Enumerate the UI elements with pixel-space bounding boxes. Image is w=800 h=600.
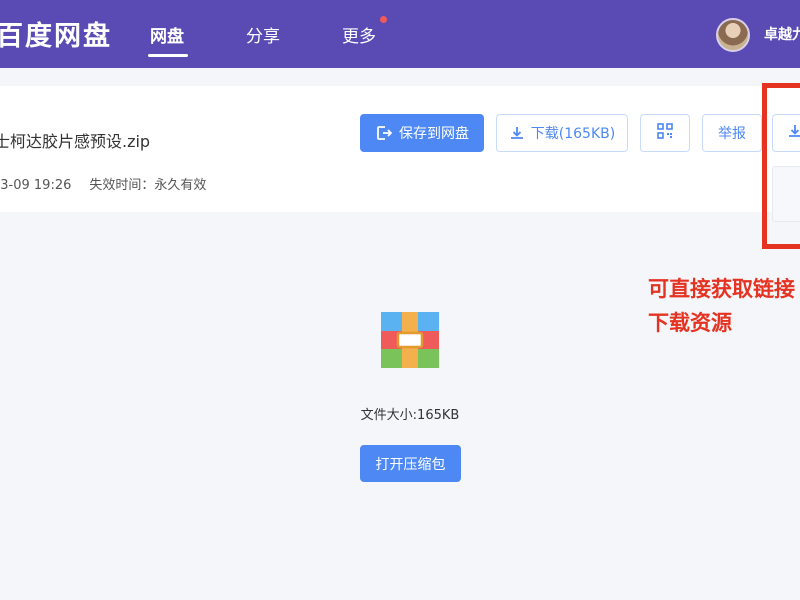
expiry-time: 失效时间：永久有效 bbox=[89, 178, 207, 193]
active-tab-indicator bbox=[148, 54, 188, 57]
qr-code-button[interactable] bbox=[640, 114, 690, 152]
download-icon bbox=[509, 125, 525, 141]
download-button[interactable]: 下载(165KB) bbox=[496, 114, 628, 152]
annotation-line-1: 可直接获取链接 bbox=[648, 277, 795, 301]
qr-code-icon bbox=[656, 122, 674, 144]
file-size-label: 文件大小:165KB bbox=[360, 408, 460, 423]
save-icon bbox=[375, 124, 393, 142]
username[interactable]: 卓越九 bbox=[764, 24, 800, 44]
open-archive-button[interactable]: 打开压缩包 bbox=[360, 445, 461, 482]
nav-tab-more[interactable]: 更多 bbox=[342, 22, 376, 47]
annotation-line-2: 下载资源 bbox=[648, 311, 732, 335]
save-label: 保存到网盘 bbox=[399, 126, 469, 142]
annotation-text: 可直接获取链接 下载资源 bbox=[648, 272, 795, 340]
save-to-netdisk-button[interactable]: 保存到网盘 bbox=[360, 114, 484, 152]
app-logo[interactable]: 百度网盘 bbox=[0, 14, 112, 53]
created-time: 03-09 19:26 bbox=[0, 178, 72, 193]
download-label: 下载(165KB) bbox=[530, 126, 616, 142]
file-meta: 03-09 19:26 失效时间：永久有效 bbox=[0, 174, 206, 193]
annotation-highlight-box bbox=[762, 83, 800, 249]
avatar[interactable] bbox=[716, 18, 750, 52]
nav-tab-netdisk[interactable]: 网盘 bbox=[150, 22, 184, 47]
top-nav-bar: 百度网盘 网盘 分享 更多 卓越九 bbox=[0, 0, 800, 68]
file-info-card: 士柯达胶片感预设.zip 03-09 19:26失效时间：永久有效 保存到网盘 … bbox=[0, 86, 800, 222]
file-name: 士柯达胶片感预设.zip bbox=[0, 132, 151, 151]
report-button[interactable]: 举报 bbox=[702, 114, 762, 152]
notification-dot bbox=[380, 16, 387, 23]
nav-tab-share[interactable]: 分享 bbox=[246, 22, 280, 47]
zip-archive-icon bbox=[381, 312, 439, 368]
